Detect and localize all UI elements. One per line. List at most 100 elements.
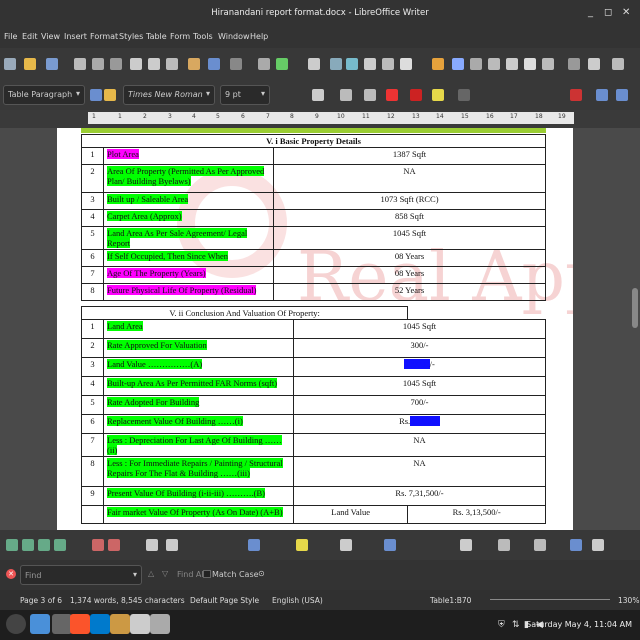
undo-icon[interactable]	[208, 58, 220, 70]
find-options-icon[interactable]: ⊙	[258, 569, 265, 578]
table-icon[interactable]	[54, 539, 66, 551]
paste-icon[interactable]	[166, 58, 178, 70]
shapes-icon[interactable]	[588, 58, 600, 70]
close-find-icon[interactable]: ✕	[6, 569, 16, 579]
app-icon[interactable]	[110, 614, 130, 634]
underline-icon[interactable]	[312, 89, 324, 101]
word-count[interactable]: 1,374 words, 8,545 characters	[70, 596, 185, 605]
delete-columns-icon[interactable]	[108, 539, 120, 551]
menu-file[interactable]: File	[4, 32, 17, 41]
table-row[interactable]: 3 Land Value ……………(A) 000000/-	[81, 357, 546, 377]
table-row[interactable]: 1 Land Area 1045 Sqft	[81, 319, 546, 339]
insert-chart-icon[interactable]	[346, 58, 358, 70]
borders-icon[interactable]	[340, 539, 352, 551]
line-icon[interactable]	[568, 58, 580, 70]
number-format-icon[interactable]	[460, 539, 472, 551]
terminal-icon[interactable]	[52, 614, 72, 634]
fmv-row[interactable]: Fair market Value Of Property (As On Dat…	[81, 505, 546, 524]
table-row[interactable]: 4 Built-up Area As Per Permitted FAR Norm…	[81, 376, 546, 396]
bookmark-icon[interactable]	[506, 58, 518, 70]
redo-icon[interactable]	[230, 58, 242, 70]
zoom-slider[interactable]	[490, 599, 610, 600]
find-replace-icon[interactable]	[258, 58, 270, 70]
table-row[interactable]: 9 Present Value Of Building (i-ii-iii) ………	[81, 486, 546, 506]
table-row[interactable]: 7 Less : Depreciation For Last Age Of Bui…	[81, 433, 546, 457]
document-page[interactable]: Real Apple V. i Basic Property Details 1…	[57, 128, 573, 530]
table-row[interactable]: 2 Rate Approved For Valuation 300/-	[81, 338, 546, 358]
highlight-color-icon[interactable]	[432, 89, 444, 101]
draw-functions-icon[interactable]	[612, 58, 624, 70]
menu-format[interactable]: Format	[90, 32, 118, 41]
maximize-icon[interactable]: ◻	[604, 7, 612, 18]
formula-icon[interactable]	[570, 539, 582, 551]
files-icon[interactable]	[30, 614, 50, 634]
table-properties-icon[interactable]	[534, 539, 546, 551]
font-size-select[interactable]: 9 pt ▾	[220, 85, 270, 105]
menu-styles[interactable]: Styles	[119, 32, 143, 41]
table-row[interactable]: 5 Rate Adopted For Building 700/-	[81, 395, 546, 415]
endnote-icon[interactable]	[488, 58, 500, 70]
cut-icon[interactable]	[130, 58, 142, 70]
menu-edit[interactable]: Edit	[22, 32, 38, 41]
table-row[interactable]: 1 Plot Area 1387 Sqft	[81, 147, 546, 165]
table-row[interactable]: 8 Future Physical Life Of Property (Resid…	[81, 283, 546, 301]
clone-formatting-icon[interactable]	[188, 58, 200, 70]
split-cells-icon[interactable]	[166, 539, 178, 551]
insert-column-icon[interactable]	[616, 89, 628, 101]
language[interactable]: English (USA)	[272, 596, 323, 605]
table-icon[interactable]	[22, 539, 34, 551]
cell-background-icon[interactable]	[296, 539, 308, 551]
table-icon[interactable]	[6, 539, 18, 551]
find-next-icon[interactable]: ▽	[162, 569, 168, 578]
subscript-icon[interactable]	[364, 89, 376, 101]
table-row[interactable]: 5 Land Area As Per Sale Agreement/ Legal …	[81, 226, 546, 250]
insert-table-icon[interactable]	[308, 58, 320, 70]
open-folder-icon[interactable]	[24, 58, 36, 70]
new-style-icon[interactable]	[104, 89, 116, 101]
delete-rows-icon[interactable]	[92, 539, 104, 551]
valuation-table[interactable]: V. ii Conclusion And Valuation Of Proper…	[80, 306, 546, 524]
menu-icon[interactable]	[6, 614, 26, 634]
basic-property-table[interactable]: V. i Basic Property Details 1 Plot Area 13…	[81, 134, 546, 301]
update-style-icon[interactable]	[90, 89, 102, 101]
footnote-icon[interactable]	[470, 58, 482, 70]
track-changes-icon[interactable]	[542, 58, 554, 70]
clock[interactable]: Saturday May 4, 11:04 AM	[526, 620, 632, 629]
menu-tools[interactable]: Tools	[193, 32, 213, 41]
menu-form[interactable]: Form	[170, 32, 190, 41]
insert-row-icon[interactable]	[596, 89, 608, 101]
menu-window[interactable]: Window	[218, 32, 250, 41]
table-row[interactable]: 6 Replacement Value Of Building ……(i) Rs.0…	[81, 414, 546, 434]
minimize-icon[interactable]: _	[588, 7, 593, 18]
field-icon[interactable]	[400, 58, 412, 70]
comment-icon[interactable]	[524, 58, 536, 70]
spelling-icon[interactable]	[276, 58, 288, 70]
export-pdf-icon[interactable]	[74, 58, 86, 70]
text-box-icon[interactable]	[364, 58, 376, 70]
zoom-level[interactable]: 130%	[618, 596, 639, 605]
new-document-icon[interactable]	[4, 58, 16, 70]
menu-view[interactable]: View	[41, 32, 60, 41]
ruler-scale[interactable]: 1 1 2 3 4 5 6 7 8 9 10 11 12 13 14 15 16…	[88, 112, 574, 124]
align-top-icon[interactable]	[248, 539, 260, 551]
vertical-scrollbar[interactable]	[632, 288, 638, 328]
table-row[interactable]: 6 If Self Occupied, Then Since When 08 Yea…	[81, 249, 546, 267]
table-icon[interactable]	[38, 539, 50, 551]
delete-icon[interactable]	[570, 89, 582, 101]
clear-formatting-icon[interactable]	[386, 89, 398, 101]
print-preview-icon[interactable]	[110, 58, 122, 70]
insert-image-icon[interactable]	[330, 58, 342, 70]
writer-icon[interactable]	[130, 614, 150, 634]
special-character-icon[interactable]	[432, 58, 444, 70]
sort-icon[interactable]	[498, 539, 510, 551]
writer-icon[interactable]	[150, 614, 170, 634]
font-name-select[interactable]: Times New Roman ▾	[123, 85, 215, 105]
document-area[interactable]: Real Apple V. i Basic Property Details 1…	[0, 128, 640, 530]
browser-icon[interactable]	[70, 614, 90, 634]
find-all-button[interactable]: Find All	[177, 570, 206, 579]
page-indicator[interactable]: Page 3 of 6	[20, 596, 62, 605]
menu-help[interactable]: Help	[250, 32, 268, 41]
table-row[interactable]: 2 Area Of Property (Permitted As Per Appr…	[81, 164, 546, 193]
network-icon[interactable]: ⇅	[512, 620, 520, 630]
page-break-icon[interactable]	[382, 58, 394, 70]
